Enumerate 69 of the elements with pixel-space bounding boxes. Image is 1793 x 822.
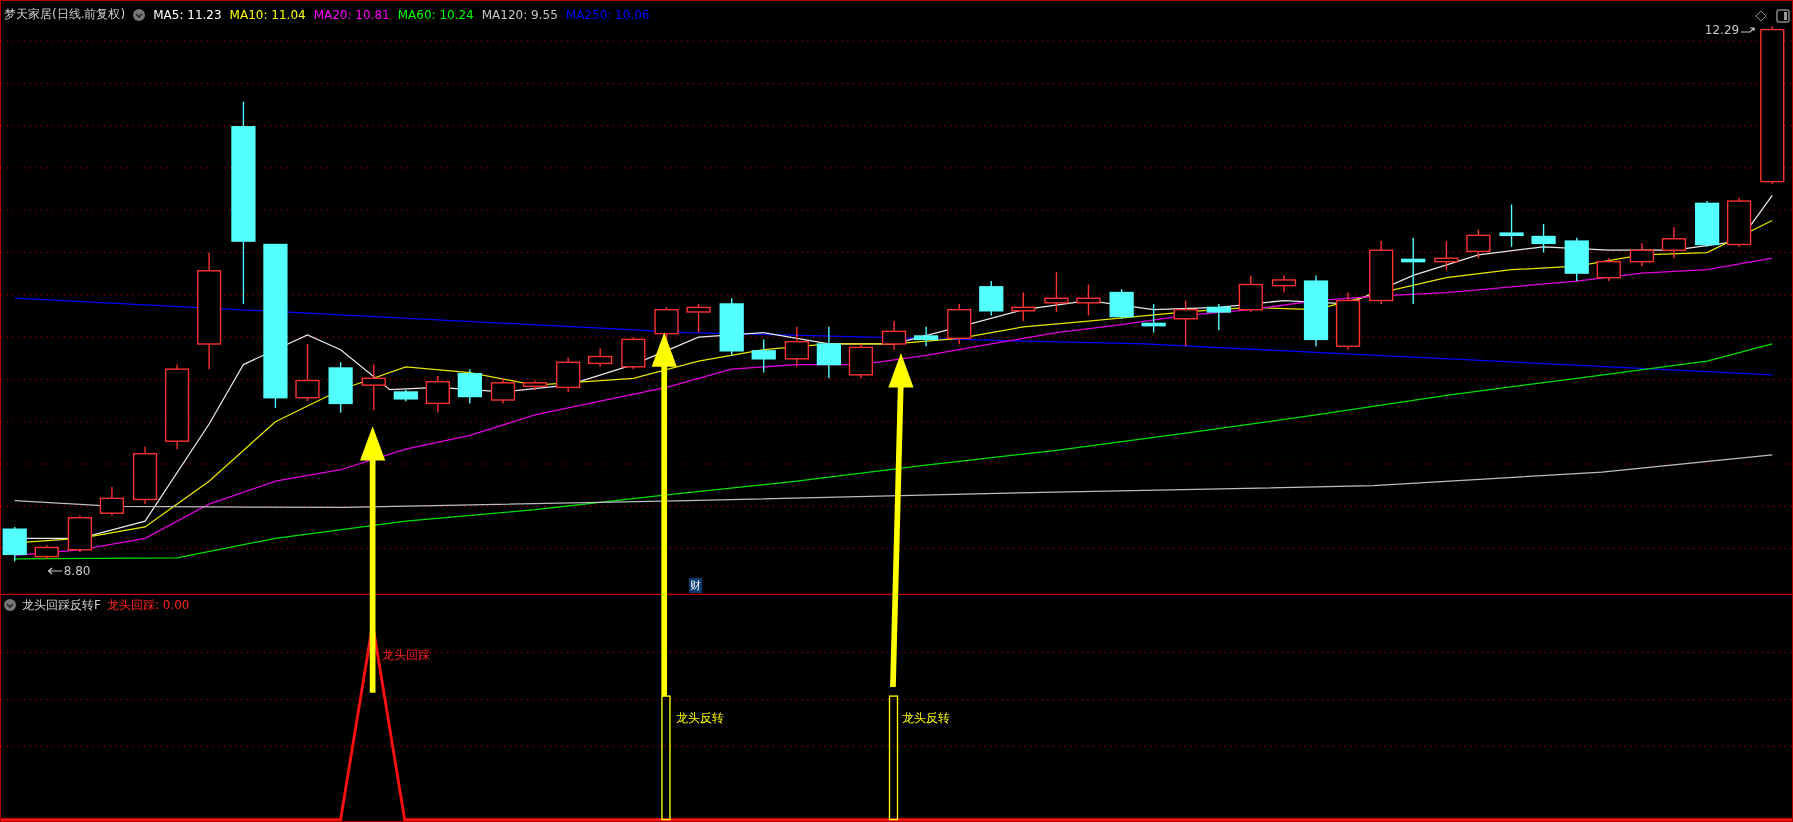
diamond-icon[interactable] (1755, 10, 1767, 22)
candlestick (1499, 203, 1524, 248)
dropdown-icon[interactable] (4, 599, 16, 612)
candlestick (34, 544, 59, 560)
stock-title: 梦天家居(日线.前复权) (4, 6, 126, 23)
signal-label: 龙头反转 (902, 709, 951, 727)
candlestick (393, 389, 418, 402)
candlestick (979, 280, 1004, 317)
candlestick (457, 368, 482, 405)
candlestick (1694, 200, 1720, 248)
candlestick (1596, 257, 1621, 282)
candlestick (522, 379, 548, 391)
candlestick (1629, 242, 1655, 267)
candlestick (67, 514, 93, 553)
moving-average-value: MA20: 10.81 (313, 7, 390, 22)
candlestick (425, 375, 450, 414)
signal-label: 龙头回踩 (381, 647, 430, 665)
candlestick (913, 326, 939, 347)
candlestick (719, 297, 744, 357)
candlestick (588, 347, 613, 368)
candlestick (132, 446, 158, 505)
candlestick (1727, 196, 1752, 248)
candlestick (848, 343, 874, 379)
candlestick (1434, 240, 1459, 271)
candlestick (621, 336, 646, 370)
candlestick (1011, 291, 1036, 322)
candlestick (1173, 299, 1198, 347)
moving-average-value: MA10: 11.04 (229, 7, 306, 22)
moving-average-value: MA60: 10.24 (397, 7, 474, 22)
moving-average-value: MA250: 10.06 (565, 7, 650, 22)
candlestick (1076, 283, 1101, 317)
candlestick (1238, 274, 1263, 313)
candlestick (1044, 271, 1069, 313)
indicator-title: 龙头回踩反转F (22, 596, 101, 614)
candlestick (686, 303, 711, 334)
candlestick (751, 338, 776, 374)
candlestick (1335, 291, 1361, 351)
candlestick (947, 303, 972, 345)
arrow-icon (46, 566, 63, 575)
candlestick (1206, 303, 1231, 331)
candlestick (1369, 240, 1394, 305)
candlestick (1109, 288, 1134, 320)
candlestick (1401, 236, 1426, 305)
candlestick (2, 526, 27, 562)
price-label: 8.80 (63, 563, 91, 578)
price-label: 12.29 (1704, 22, 1740, 37)
candlestick (816, 326, 841, 379)
candlestick (1661, 226, 1687, 259)
indicator-reading: 龙头回踩: 0.00 (106, 596, 190, 614)
candlestick (881, 320, 907, 351)
arrow-icon (1740, 25, 1757, 34)
dropdown-icon[interactable] (133, 8, 146, 21)
candlestick (1531, 223, 1556, 254)
panel-toggle-icon[interactable] (1776, 9, 1790, 23)
signal-label: 龙头反转 (675, 709, 724, 727)
candlestick (1466, 228, 1491, 259)
candlestick (490, 377, 516, 405)
candlestick (556, 357, 581, 393)
candlestick (328, 361, 353, 414)
candlestick (99, 486, 125, 517)
candlestick (361, 363, 386, 411)
candlestick (1141, 303, 1166, 334)
finance-tag[interactable]: 财 (689, 578, 703, 594)
candlestick (784, 326, 809, 368)
moving-average-value: MA5: 11.23 (153, 7, 222, 22)
moving-average-value: MA120: 9.55 (481, 7, 558, 22)
candlestick (1564, 236, 1589, 282)
candlestick (295, 343, 320, 402)
candlestick (1271, 274, 1297, 294)
